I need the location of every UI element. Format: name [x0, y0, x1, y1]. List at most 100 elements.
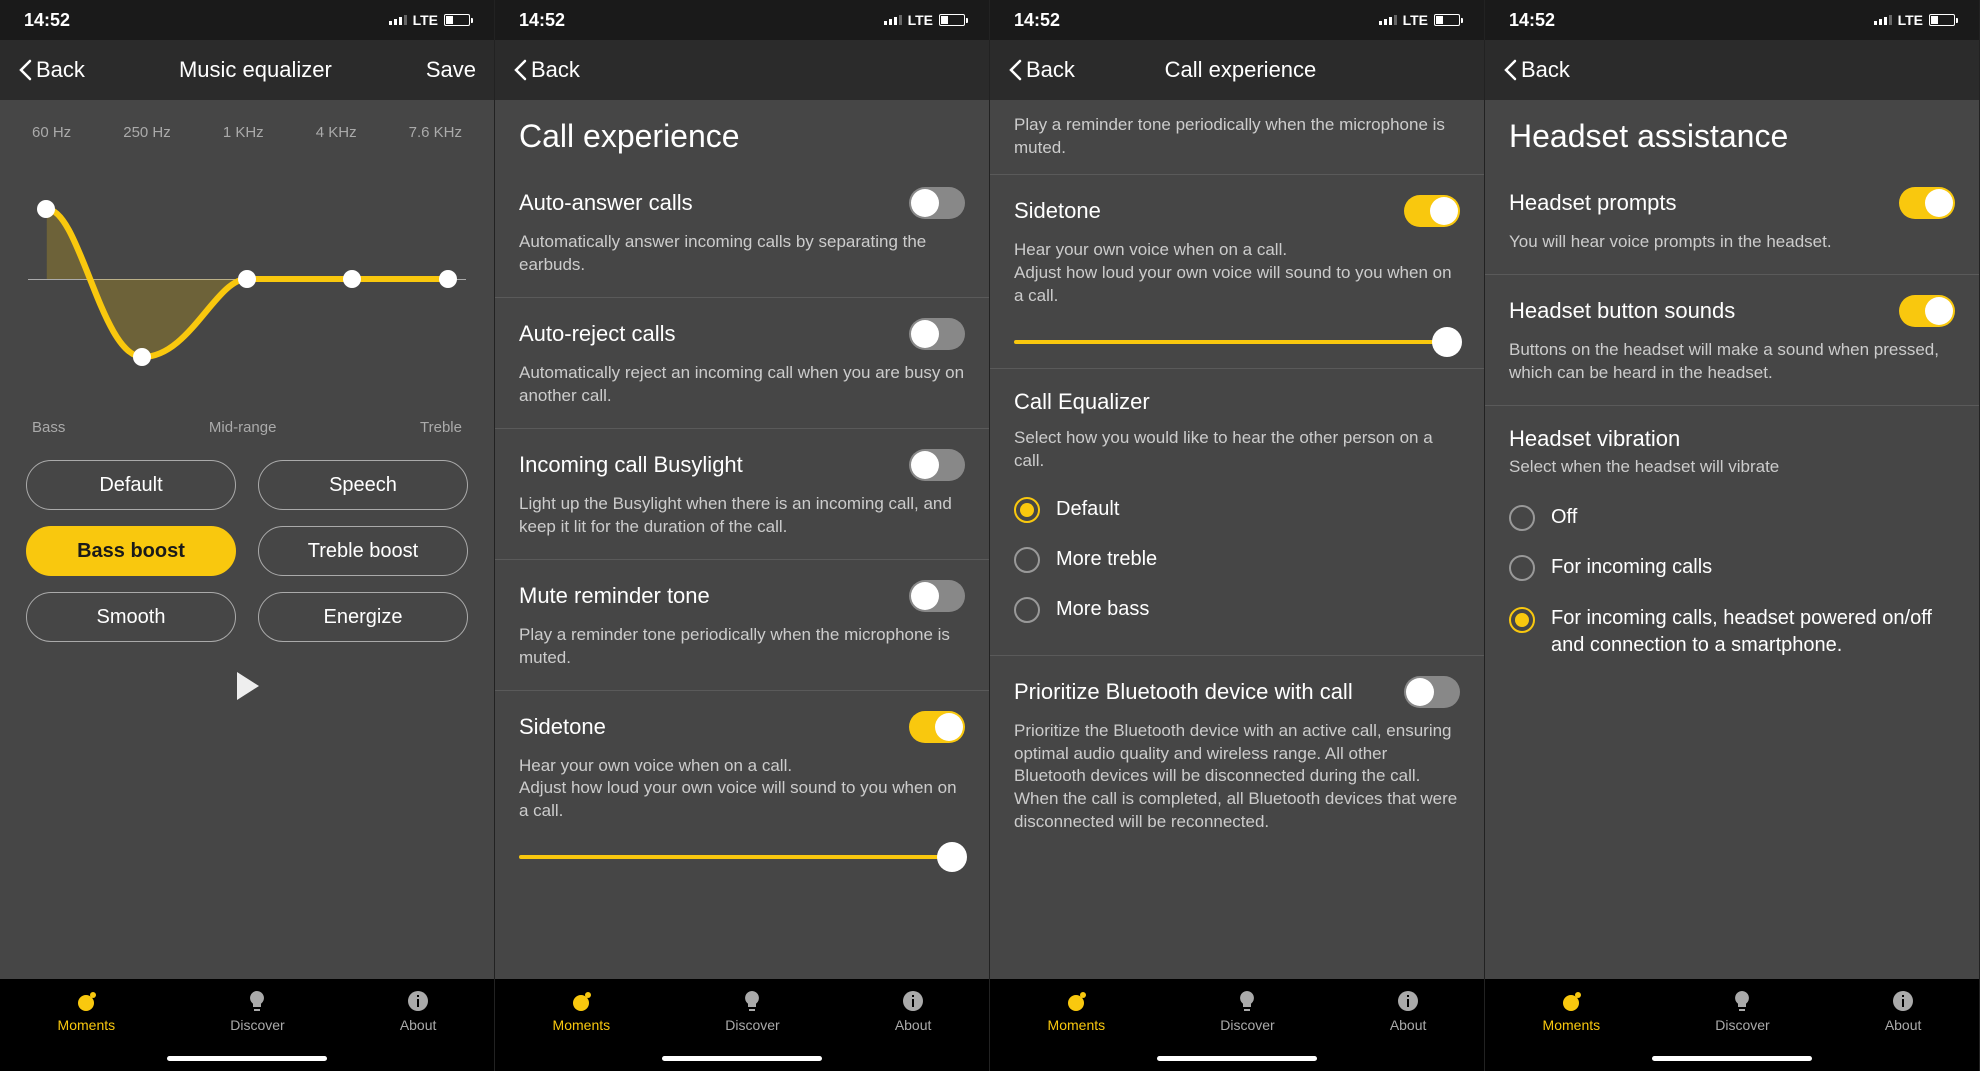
toggle-mute-reminder[interactable] — [909, 580, 965, 612]
radio-vibration-incoming[interactable]: For incoming calls — [1509, 543, 1955, 593]
back-button[interactable]: Back — [513, 57, 580, 83]
eq-point-250hz[interactable] — [133, 348, 151, 366]
setting-headset-prompts: Headset prompts You will hear voice prom… — [1485, 167, 1979, 275]
tab-discover[interactable]: Discover — [1715, 989, 1769, 1033]
tab-discover[interactable]: Discover — [230, 989, 284, 1033]
setting-button-sounds: Headset button sounds Buttons on the hea… — [1485, 275, 1979, 406]
status-indicators: LTE — [1874, 12, 1955, 28]
play-button[interactable] — [18, 670, 476, 702]
status-bar: 14:52 LTE — [990, 0, 1484, 40]
screen-headset-assistance: 14:52 LTE Back Headset assistance Headse… — [1485, 0, 1980, 1071]
signal-icon — [884, 15, 902, 25]
battery-icon — [1434, 14, 1460, 26]
home-indicator[interactable] — [167, 1056, 327, 1061]
setting-label: Auto-reject calls — [519, 321, 676, 347]
preset-smooth[interactable]: Smooth — [26, 592, 236, 642]
toggle-sidetone[interactable] — [909, 711, 965, 743]
eq-point-7.6khz[interactable] — [439, 270, 457, 288]
preset-treble-boost[interactable]: Treble boost — [258, 526, 468, 576]
tab-bar: Moments Discover About — [495, 979, 989, 1071]
eq-graph[interactable] — [28, 149, 466, 409]
mute-reminder-desc: Play a reminder tone periodically when t… — [990, 100, 1484, 166]
moments-icon — [569, 989, 593, 1013]
toggle-auto-reject[interactable] — [909, 318, 965, 350]
toggle-prioritize-bt[interactable] — [1404, 676, 1460, 708]
info-icon — [901, 989, 925, 1013]
screen-call-experience-1: 14:52 LTE Back Call experience Auto-answ… — [495, 0, 990, 1071]
sidetone-slider[interactable] — [519, 855, 965, 859]
preset-energize[interactable]: Energize — [258, 592, 468, 642]
status-time: 14:52 — [1509, 10, 1555, 31]
radio-icon — [1509, 607, 1535, 633]
screen-music-equalizer: 14:52 LTE Back Music equalizer Save 60 H… — [0, 0, 495, 1071]
tab-about[interactable]: About — [895, 989, 932, 1033]
tab-moments[interactable]: Moments — [553, 989, 611, 1033]
back-button[interactable]: Back — [18, 57, 85, 83]
setting-auto-reject: Auto-reject calls Automatically reject a… — [495, 298, 989, 429]
setting-sidetone: Sidetone Hear your own voice when on a c… — [495, 691, 989, 884]
tab-discover[interactable]: Discover — [725, 989, 779, 1033]
page-title: Call experience — [495, 100, 989, 167]
radio-eq-more-bass[interactable]: More bass — [1014, 585, 1460, 635]
radio-eq-more-treble[interactable]: More treble — [1014, 535, 1460, 585]
setting-sidetone: Sidetone Hear your own voice when on a c… — [990, 175, 1484, 369]
home-indicator[interactable] — [1652, 1056, 1812, 1061]
tab-bar: Moments Discover About — [990, 979, 1484, 1071]
save-button[interactable]: Save — [426, 57, 476, 83]
setting-desc: Light up the Busylight when there is an … — [519, 493, 965, 539]
chevron-left-icon — [1503, 59, 1517, 81]
tab-moments[interactable]: Moments — [1543, 989, 1601, 1033]
info-icon — [1396, 989, 1420, 1013]
tab-about[interactable]: About — [1390, 989, 1427, 1033]
radio-eq-default[interactable]: Default — [1014, 485, 1460, 535]
setting-label: Sidetone — [1014, 198, 1101, 224]
battery-icon — [444, 14, 470, 26]
eq-point-4khz[interactable] — [343, 270, 361, 288]
toggle-auto-answer[interactable] — [909, 187, 965, 219]
tab-about[interactable]: About — [1885, 989, 1922, 1033]
eq-point-60hz[interactable] — [37, 200, 55, 218]
chevron-left-icon — [513, 59, 527, 81]
radio-vibration-off[interactable]: Off — [1509, 493, 1955, 543]
tab-bar: Moments Discover About — [1485, 979, 1979, 1071]
tab-about[interactable]: About — [400, 989, 437, 1033]
screen-call-experience-2: 14:52 LTE Back Call experience Play a re… — [990, 0, 1485, 1071]
radio-vibration-all[interactable]: For incoming calls, headset powered on/o… — [1509, 593, 1955, 671]
tab-discover[interactable]: Discover — [1220, 989, 1274, 1033]
setting-desc: Select how you would like to hear the ot… — [1014, 427, 1460, 473]
toggle-busylight[interactable] — [909, 449, 965, 481]
setting-desc: Prioritize the Bluetooth device with an … — [1014, 720, 1460, 835]
tab-moments[interactable]: Moments — [58, 989, 116, 1033]
toggle-button-sounds[interactable] — [1899, 295, 1955, 327]
setting-desc: Hear your own voice when on a call. Adju… — [1014, 239, 1460, 308]
sidetone-slider[interactable] — [1014, 340, 1460, 344]
toggle-headset-prompts[interactable] — [1899, 187, 1955, 219]
setting-desc: You will hear voice prompts in the heads… — [1509, 231, 1955, 254]
setting-desc: Buttons on the headset will make a sound… — [1509, 339, 1955, 385]
toggle-sidetone[interactable] — [1404, 195, 1460, 227]
bulb-icon — [1235, 989, 1259, 1013]
slider-thumb[interactable] — [1432, 327, 1462, 357]
eq-point-1khz[interactable] — [238, 270, 256, 288]
setting-desc: Automatically answer incoming calls by s… — [519, 231, 965, 277]
setting-label: Headset button sounds — [1509, 298, 1735, 324]
setting-call-equalizer: Call Equalizer Select how you would like… — [990, 369, 1484, 656]
back-button[interactable]: Back — [1008, 57, 1075, 83]
radio-icon — [1014, 597, 1040, 623]
setting-mute-reminder: Mute reminder tone Play a reminder tone … — [495, 560, 989, 691]
tab-moments[interactable]: Moments — [1048, 989, 1106, 1033]
home-indicator[interactable] — [662, 1056, 822, 1061]
preset-default[interactable]: Default — [26, 460, 236, 510]
home-indicator[interactable] — [1157, 1056, 1317, 1061]
back-button[interactable]: Back — [1503, 57, 1570, 83]
status-indicators: LTE — [1379, 12, 1460, 28]
status-indicators: LTE — [389, 12, 470, 28]
network-label: LTE — [1403, 12, 1428, 28]
bulb-icon — [740, 989, 764, 1013]
eq-axis-labels: Bass Mid-range Treble — [32, 419, 462, 436]
play-icon — [231, 670, 263, 702]
preset-bass-boost[interactable]: Bass boost — [26, 526, 236, 576]
slider-thumb[interactable] — [937, 842, 967, 872]
preset-speech[interactable]: Speech — [258, 460, 468, 510]
moments-icon — [74, 989, 98, 1013]
